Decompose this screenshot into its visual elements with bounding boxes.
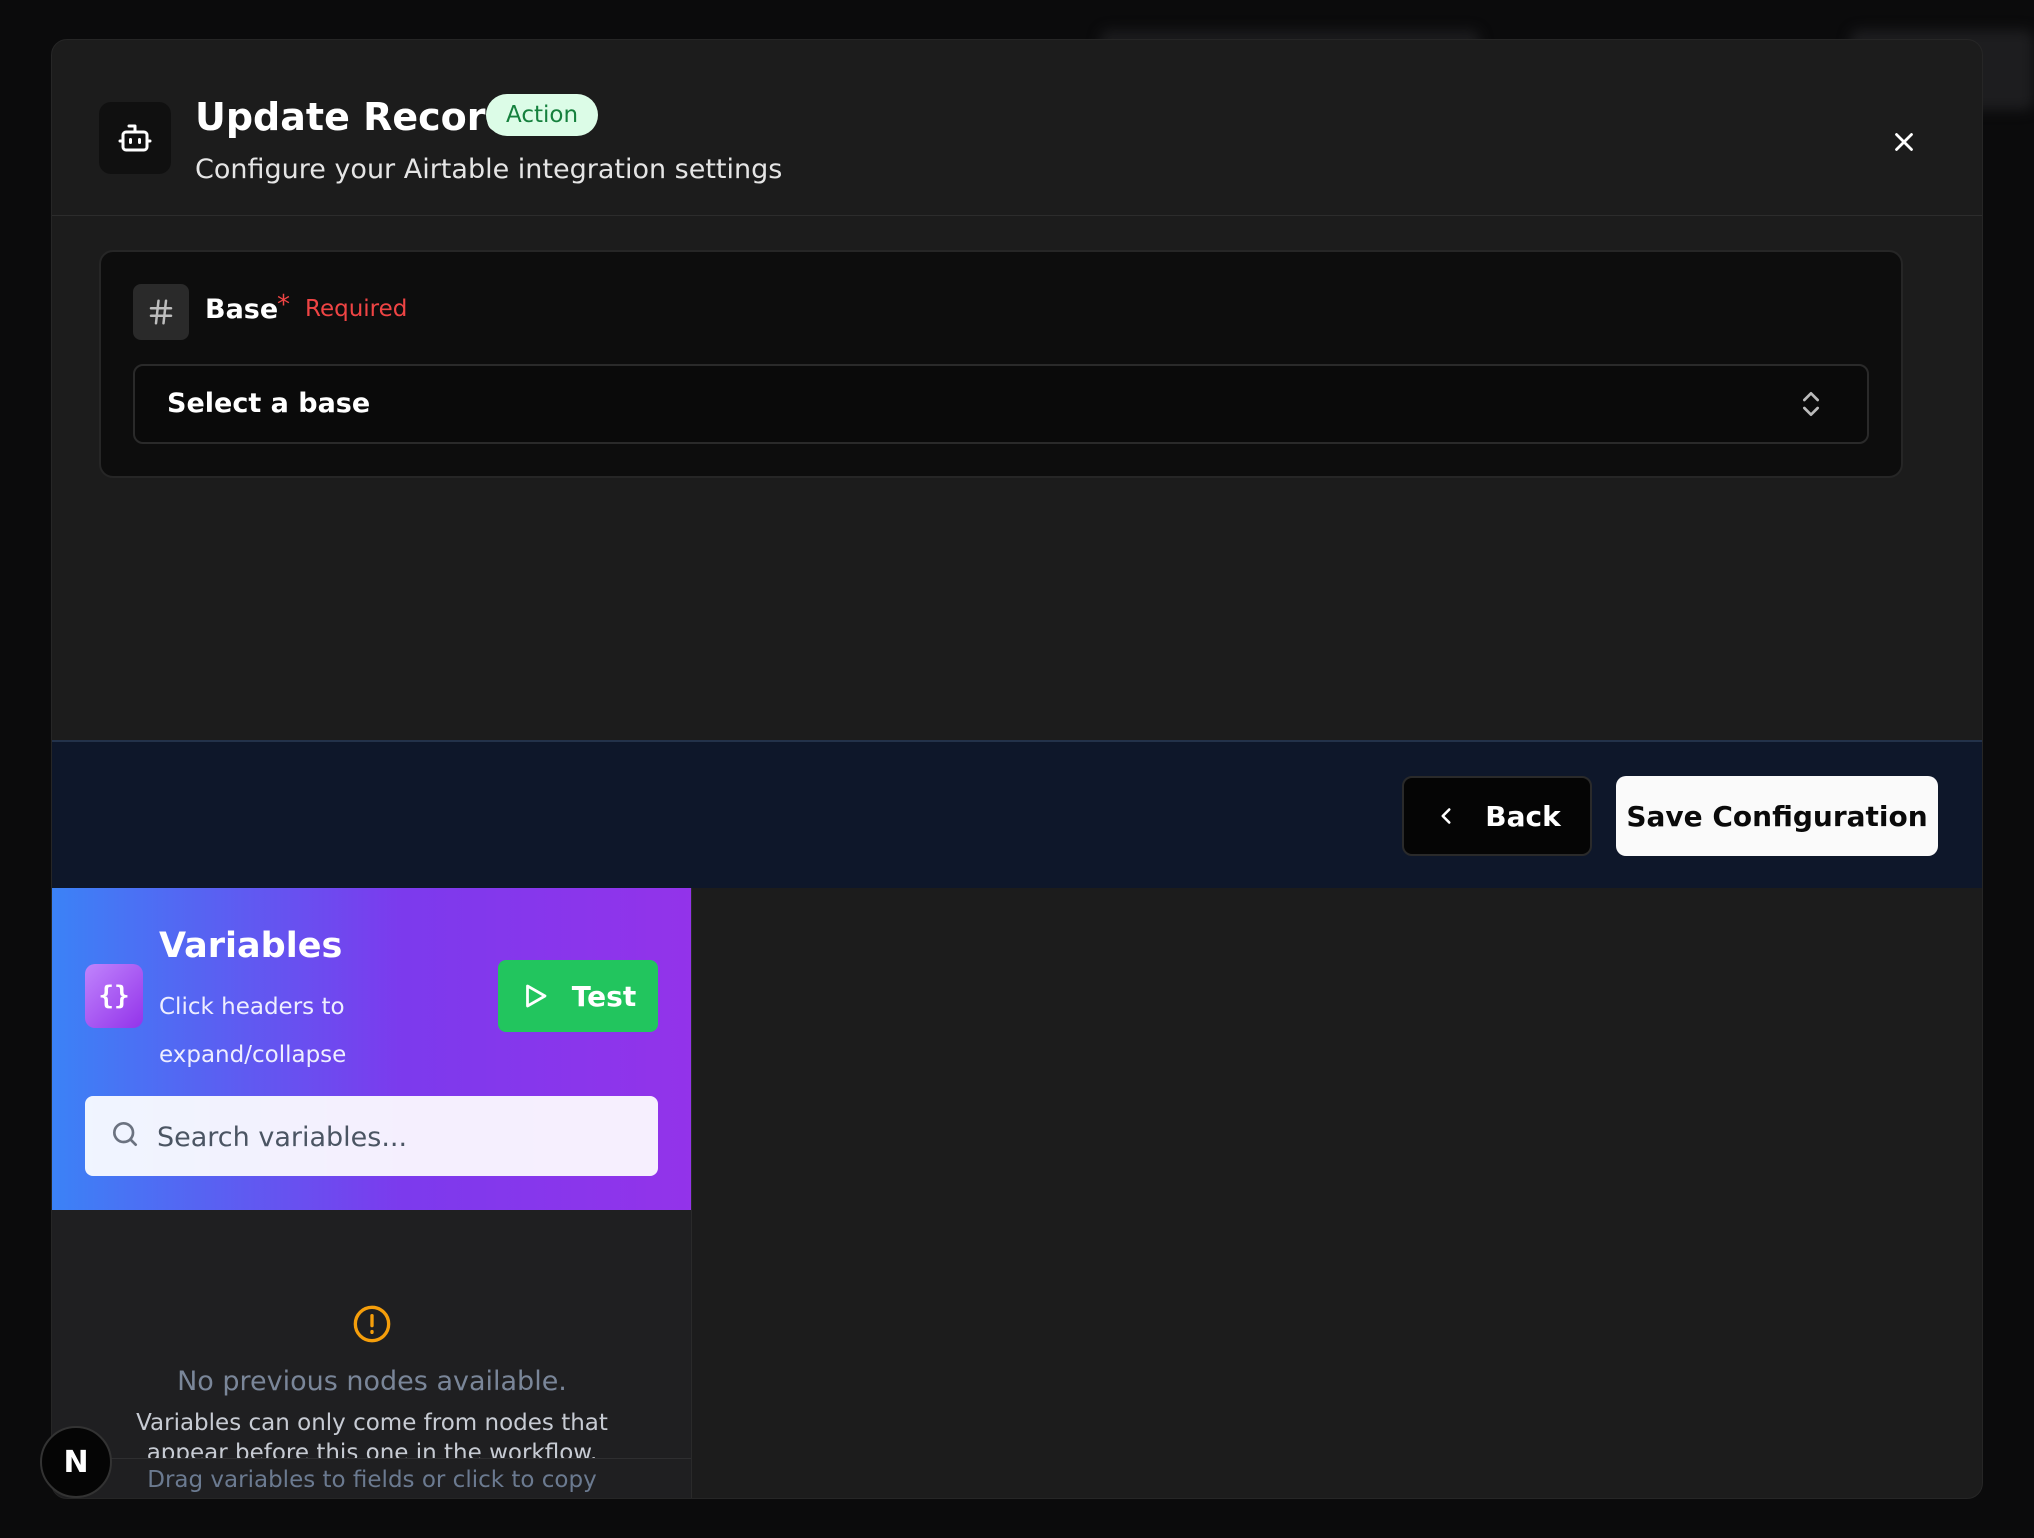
variables-panel: {} Variables Click headers to expand/col…: [52, 888, 692, 1498]
variables-title: Variables: [159, 926, 343, 966]
variables-footer-hint: Drag variables to fields or click to cop…: [147, 1467, 597, 1493]
play-icon: [525, 984, 547, 1008]
test-label: Test: [571, 979, 637, 1013]
base-select[interactable]: Select a base: [133, 364, 1869, 444]
empty-state-title: No previous nodes available.: [177, 1366, 567, 1397]
variables-header: {} Variables Click headers to expand/col…: [52, 888, 691, 1210]
configuration-modal: Update Record Action Configure your Airt…: [51, 39, 1983, 1499]
base-label: Base: [205, 294, 279, 325]
back-label: Back: [1485, 799, 1561, 833]
bot-icon: [99, 102, 171, 174]
variables-footer: Drag variables to fields or click to cop…: [52, 1458, 691, 1498]
modal-header: Update Record Action Configure your Airt…: [52, 40, 1982, 216]
required-asterisk: *: [277, 290, 290, 320]
hash-icon: [133, 284, 189, 340]
test-button[interactable]: Test: [498, 960, 658, 1032]
alert-circle-icon: [352, 1304, 392, 1348]
empty-state-description: Variables can only come from nodes that …: [136, 1410, 608, 1460]
required-text: Required: [305, 296, 408, 322]
close-icon: [1895, 133, 1913, 151]
chevron-left-icon: [1441, 808, 1451, 824]
search-icon: [113, 1122, 137, 1146]
base-select-value: Select a base: [167, 388, 371, 419]
action-badge: Action: [486, 94, 599, 136]
floating-n-badge[interactable]: N: [40, 1426, 112, 1498]
page-title: Update Record: [195, 95, 513, 139]
save-configuration-button[interactable]: Save Configuration: [1616, 776, 1938, 856]
chevron-up-down-icon: [1795, 388, 1827, 424]
braces-icon: {}: [85, 964, 143, 1028]
variables-subtitle: Click headers to expand/collapse: [159, 994, 347, 1068]
page-subtitle: Configure your Airtable integration sett…: [195, 154, 783, 185]
search-input[interactable]: [155, 1096, 649, 1178]
search-box[interactable]: [85, 1096, 658, 1178]
modal-footer: Back Save Configuration: [52, 740, 1982, 888]
close-button[interactable]: [1884, 122, 1924, 162]
back-button[interactable]: Back: [1402, 776, 1592, 856]
base-field-card: Base * Required Select a base: [99, 250, 1903, 478]
